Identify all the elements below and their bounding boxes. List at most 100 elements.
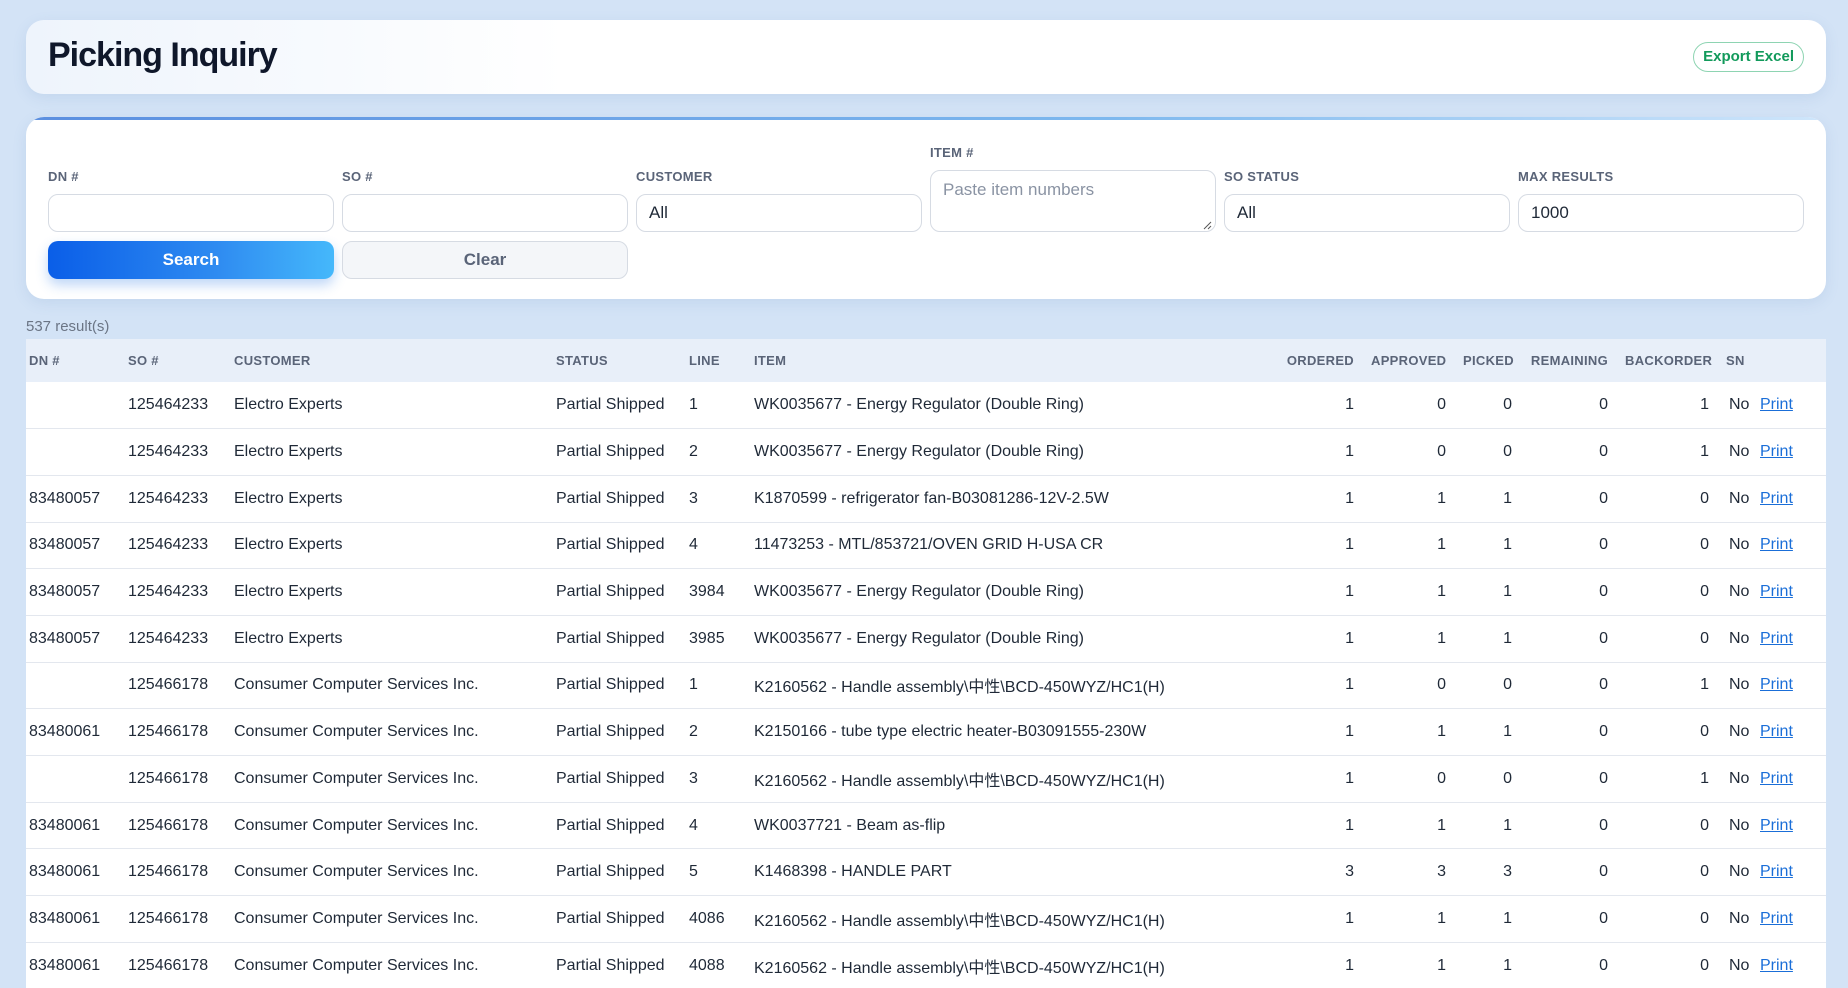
cell-ordered: 1 [1345,723,1354,741]
col-header-remaining[interactable]: REMAINING [1526,339,1622,382]
cell-picked: 3 [1503,863,1512,881]
table-row[interactable]: 83480057 125464233 Electro Experts Partial … [26,569,1826,616]
results-table: DN # SO # CUSTOMER STATUS LINE ITEM ORDE… [26,339,1826,988]
cell-ordered: 1 [1345,443,1354,461]
print-link[interactable]: Print [1760,770,1793,787]
col-header-status[interactable]: STATUS [553,339,686,382]
cell-line: 4 [689,536,698,554]
table-row[interactable]: 83480057 125464233 Electro Experts Partial … [26,475,1826,523]
col-header-ordered[interactable]: ORDERED [1281,339,1368,382]
cell-customer: Consumer Computer Services Inc. [234,816,479,834]
cell-status: Partial Shipped [556,396,665,414]
so-status-select-value: All [1237,203,1256,222]
col-header-backorder[interactable]: BACKORDER [1622,339,1723,382]
cell-approved: 1 [1437,629,1446,647]
table-row[interactable]: 125464233 Electro Experts Partial Shipped 2… [26,429,1826,476]
cell-customer: Electro Experts [234,536,343,554]
print-link[interactable]: Print [1760,817,1793,834]
table-row[interactable]: 83480061 125466178 Consumer Computer Servi… [26,896,1826,943]
cell-action: Print [1757,942,1826,988]
results-table-container: DN # SO # CUSTOMER STATUS LINE ITEM ORDE… [26,339,1826,988]
cell-approved: 1 [1437,816,1446,834]
resize-handle-icon[interactable] [1202,220,1212,230]
clear-button[interactable]: Clear [342,241,628,279]
table-row[interactable]: 125466178 Consumer Computer Services Inc.… [26,662,1826,709]
cell-action: Print [1757,709,1826,756]
customer-select[interactable]: All [636,194,922,232]
table-row[interactable]: 125466178 Consumer Computer Services Inc.… [26,756,1826,803]
cell-customer: Consumer Computer Services Inc. [234,863,479,881]
cell-approved: 0 [1437,396,1446,414]
cell-picked: 1 [1503,583,1512,601]
max-results-input[interactable] [1518,194,1804,232]
cell-line: 3984 [689,583,725,601]
col-header-sn[interactable]: SN [1723,339,1757,382]
cell-sn: No [1729,489,1750,507]
dn-input[interactable] [48,194,334,232]
cell-remaining: 0 [1599,536,1608,554]
table-row[interactable]: 83480061 125466178 Consumer Computer Servi… [26,942,1826,988]
print-link[interactable]: Print [1760,723,1793,740]
cell-sn: No [1729,769,1750,787]
cell-backorder: 1 [1700,396,1709,414]
cell-dn: 83480057 [29,489,101,507]
print-link[interactable]: Print [1760,957,1793,974]
result-count: 537 result(s) [26,318,110,335]
print-link[interactable]: Print [1760,443,1793,460]
page-header: Picking Inquiry Export Excel [26,20,1826,94]
cell-ordered: 1 [1345,396,1354,414]
search-button[interactable]: Search [48,241,334,279]
cell-sn: No [1729,536,1750,554]
export-excel-button[interactable]: Export Excel [1693,42,1804,72]
cell-dn: 83480057 [29,536,101,554]
col-header-item[interactable]: ITEM [751,339,1281,382]
cell-remaining: 0 [1599,769,1608,787]
cell-action: Print [1757,662,1826,709]
col-header-customer[interactable]: CUSTOMER [231,339,553,382]
cell-approved: 0 [1437,443,1446,461]
table-row[interactable]: 83480061 125466178 Consumer Computer Servi… [26,802,1826,849]
cell-dn: 83480061 [29,723,101,741]
cell-remaining: 0 [1599,443,1608,461]
so-status-select[interactable]: All [1224,194,1510,232]
table-row[interactable]: 83480057 125464233 Electro Experts Partial … [26,522,1826,569]
cell-item: K2160562 - Handle assembly\中性\BCD-450WYZ… [754,959,1165,977]
so-status-label: SO STATUS [1224,169,1300,184]
cell-ordered: 1 [1345,489,1354,507]
cell-line: 2 [689,443,698,461]
cell-line: 3 [689,489,698,507]
cell-dn [26,756,125,803]
cell-customer: Electro Experts [234,443,343,461]
print-link[interactable]: Print [1760,676,1793,693]
print-link[interactable]: Print [1760,863,1793,880]
col-header-approved[interactable]: APPROVED [1368,339,1460,382]
print-link[interactable]: Print [1760,396,1793,413]
so-input[interactable] [342,194,628,232]
cell-status: Partial Shipped [556,536,665,554]
cell-line: 2 [689,723,698,741]
cell-sn: No [1729,956,1750,974]
cell-ordered: 1 [1345,583,1354,601]
print-link[interactable]: Print [1760,910,1793,927]
print-link[interactable]: Print [1760,490,1793,507]
cell-sn: No [1729,396,1750,414]
table-row[interactable]: 125464233 Electro Experts Partial Shipped 1… [26,382,1826,429]
print-link[interactable]: Print [1760,536,1793,553]
cell-line: 4088 [689,956,725,974]
cell-backorder: 1 [1700,443,1709,461]
print-link[interactable]: Print [1760,583,1793,600]
cell-dn [26,429,125,476]
cell-so: 125464233 [128,536,209,554]
table-row[interactable]: 83480057 125464233 Electro Experts Partial … [26,615,1826,663]
col-header-dn[interactable]: DN # [26,339,125,382]
cell-so: 125466178 [128,909,209,927]
cell-line: 4 [689,816,698,834]
table-row[interactable]: 83480061 125466178 Consumer Computer Servi… [26,709,1826,756]
col-header-so[interactable]: SO # [125,339,231,382]
table-row[interactable]: 83480061 125466178 Consumer Computer Servi… [26,849,1826,896]
col-header-line[interactable]: LINE [686,339,751,382]
cell-customer: Consumer Computer Services Inc. [234,769,479,787]
item-textarea[interactable] [930,170,1216,232]
print-link[interactable]: Print [1760,630,1793,647]
col-header-picked[interactable]: PICKED [1460,339,1526,382]
